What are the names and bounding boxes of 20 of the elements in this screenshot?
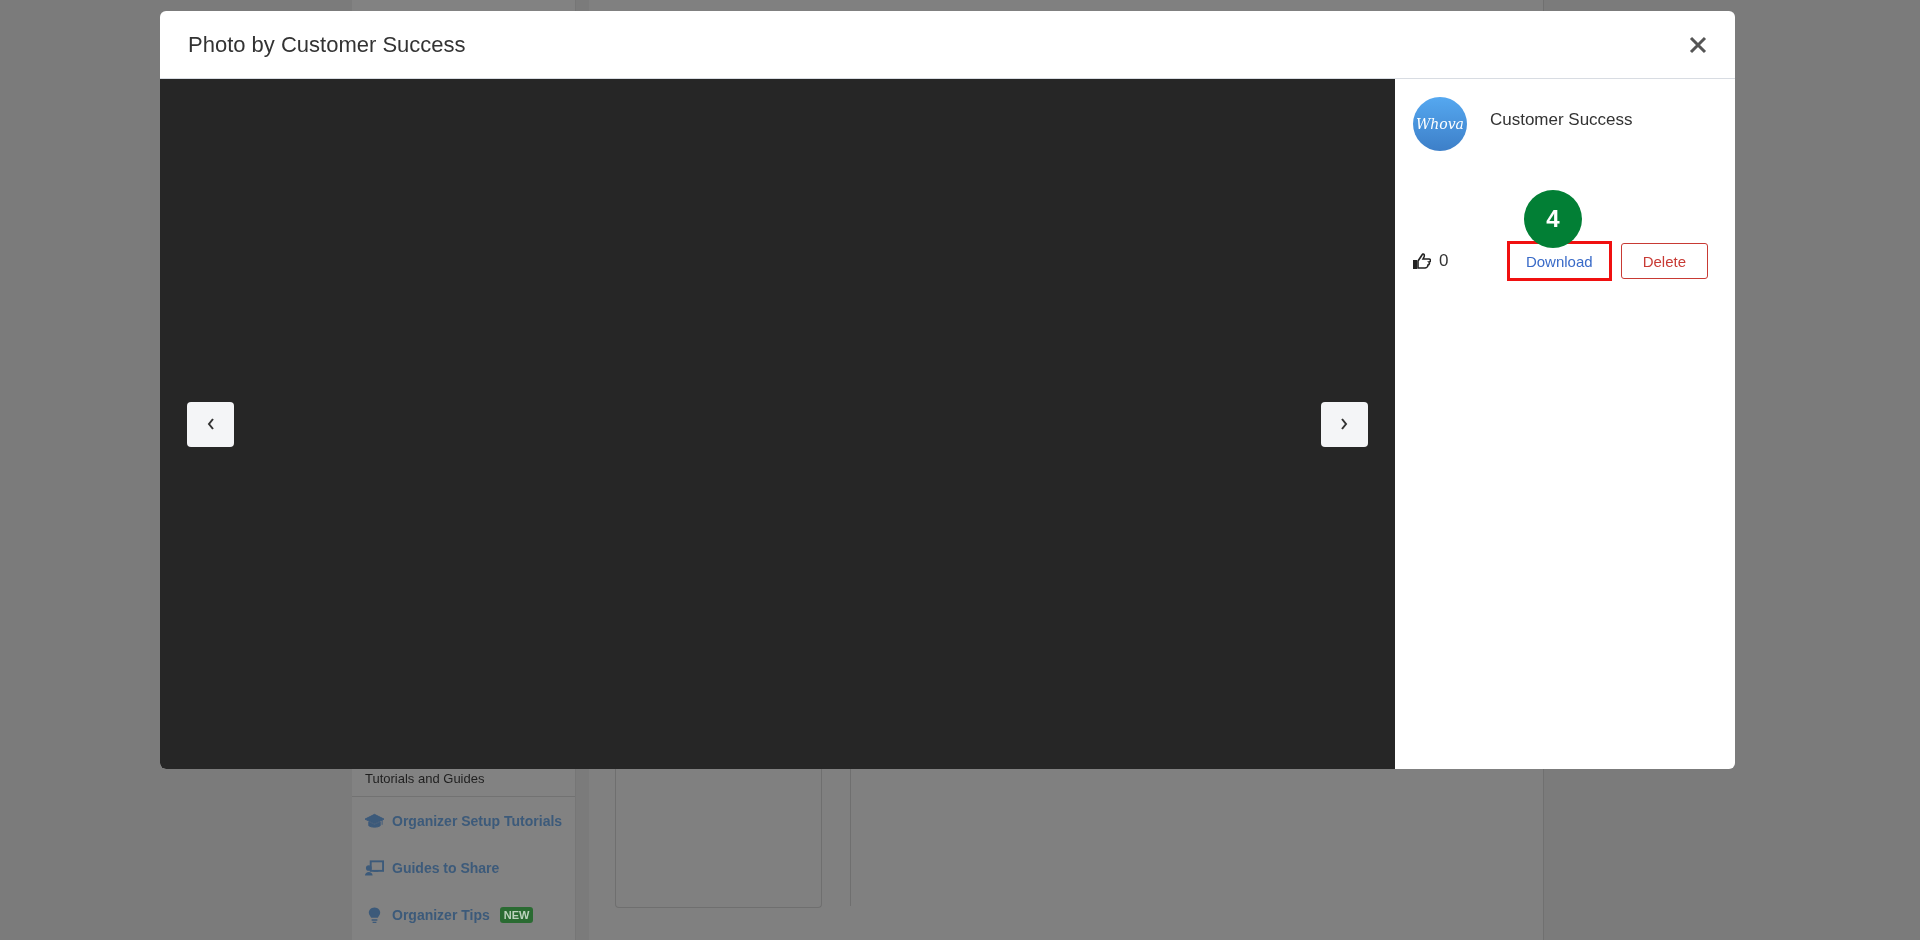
previous-button[interactable]	[187, 401, 234, 447]
dialog-title: Photo by Customer Success	[188, 31, 466, 58]
sidebar-link[interactable]: Guides to Share	[392, 859, 500, 876]
sidebar-link[interactable]: Organizer Tips	[392, 906, 490, 923]
new-badge: NEW	[499, 906, 534, 923]
close-icon[interactable]	[1689, 35, 1707, 54]
author-name: Customer Success	[1489, 110, 1633, 130]
section-label: Tutorials and Guides	[352, 771, 575, 797]
download-button[interactable]: Download	[1506, 241, 1612, 281]
like-count: 0	[1438, 251, 1449, 271]
graduation-cap-icon	[365, 811, 384, 830]
chevron-left-icon	[205, 417, 216, 431]
presenter-icon	[365, 858, 384, 877]
chevron-right-icon	[1339, 417, 1350, 431]
step-marker: 4	[1523, 190, 1582, 248]
sidebar-link[interactable]: Organizer Setup Tutorials	[392, 812, 563, 829]
avatar-logo: Whova	[1412, 97, 1467, 151]
next-button[interactable]	[1320, 401, 1368, 447]
delete-button[interactable]: Delete	[1620, 243, 1708, 279]
thumbs-up-icon[interactable]	[1412, 253, 1431, 269]
